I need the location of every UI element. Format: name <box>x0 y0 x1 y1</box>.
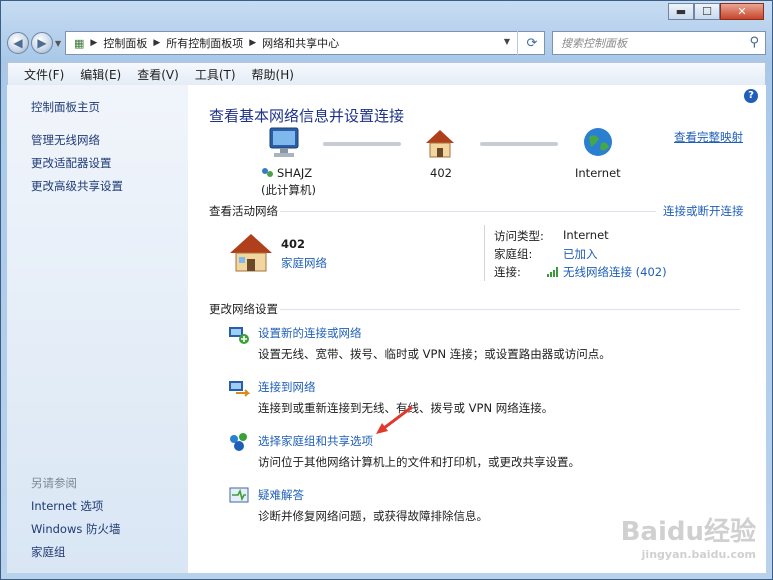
active-network-name: 402 <box>281 237 306 251</box>
refresh-icon: ⟳ <box>526 35 538 51</box>
home-network-icon <box>426 130 454 158</box>
help-icon[interactable]: ? <box>744 89 758 103</box>
control-panel-icon: ▦ <box>74 36 85 50</box>
menu-bar: 文件(F) 编辑(E) 查看(V) 工具(T) 帮助(H) <box>7 62 766 86</box>
network-info-divider <box>484 225 485 281</box>
breadcrumb-separator-icon[interactable]: ▶ <box>153 38 160 48</box>
red-pointer-arrow-icon <box>376 405 413 434</box>
breadcrumb-network-center[interactable]: 网络和共享中心 <box>262 35 339 51</box>
connect-disconnect-link[interactable]: 连接或断开连接 <box>663 203 744 219</box>
forward-arrow-icon: ▶ <box>37 36 47 50</box>
window: ▬ ☐ ✕ ◀ ▶ ▼ ▦ ▶ 控制面板 ▶ 所有控制面板项 ▶ 网络和共享中心… <box>0 0 773 580</box>
menu-tools[interactable]: 工具(T) <box>195 66 236 83</box>
wifi-signal-icon <box>547 267 558 277</box>
connect-network-icon <box>229 381 250 397</box>
home-network-large-icon <box>230 234 272 272</box>
access-type-label: 访问类型: <box>494 229 544 243</box>
homegroup-value-link[interactable]: 已加入 <box>563 246 598 262</box>
window-controls: ▬ ☐ ✕ <box>668 3 764 20</box>
map-connection-line <box>323 142 401 146</box>
task-homegroup-sharing-desc: 访问位于其他网络计算机上的文件和打印机，或更改共享设置。 <box>258 455 580 469</box>
view-full-map-link[interactable]: 查看完整映射 <box>674 129 743 145</box>
task-setup-new-connection[interactable]: 设置新的连接或网络 <box>258 325 362 341</box>
sidebar-change-adapter[interactable]: 更改适配器设置 <box>31 155 112 171</box>
sidebar-manage-wireless[interactable]: 管理无线网络 <box>31 132 100 148</box>
task-connect-network[interactable]: 连接到网络 <box>258 379 316 395</box>
breadcrumb-separator-icon[interactable]: ▶ <box>90 38 97 48</box>
recent-pages-dropdown[interactable]: ▼ <box>55 39 61 48</box>
active-networks-divider <box>280 211 656 212</box>
sidebar: 控制面板主页 管理无线网络 更改适配器设置 更改高级共享设置 另请参阅 Inte… <box>7 85 188 573</box>
sidebar-internet-options[interactable]: Internet 选项 <box>31 498 103 514</box>
sidebar-control-panel-home[interactable]: 控制面板主页 <box>31 99 100 115</box>
refresh-button[interactable]: ⟳ <box>517 31 546 55</box>
see-also-heading: 另请参阅 <box>31 476 77 490</box>
homegroup-label: 家庭组: <box>494 247 533 261</box>
menu-edit[interactable]: 编辑(E) <box>80 66 121 83</box>
map-connection-line <box>480 142 558 146</box>
maximize-button[interactable]: ☐ <box>694 3 720 20</box>
active-networks-heading: 查看活动网络 <box>209 204 278 218</box>
breadcrumb-all-items[interactable]: 所有控制面板项 <box>166 35 243 51</box>
watermark-brand: Baidu经验 <box>620 517 756 547</box>
connection-label: 连接: <box>494 265 521 279</box>
computer-name: SHAJZ <box>277 166 313 180</box>
navigation-bar: ◀ ▶ ▼ ▦ ▶ 控制面板 ▶ 所有控制面板项 ▶ 网络和共享中心 ▼ ⟳ 搜… <box>7 31 766 57</box>
baidu-watermark: Baidu经验 jingyan.baidu.com <box>621 511 756 561</box>
search-placeholder: 搜索控制面板 <box>561 37 627 50</box>
troubleshoot-icon <box>229 487 249 503</box>
task-troubleshoot-desc: 诊断并修复网络问题，或获得故障排除信息。 <box>258 509 488 523</box>
forward-button[interactable]: ▶ <box>31 32 53 54</box>
search-input[interactable]: 搜索控制面板 ⚲ <box>552 31 766 55</box>
search-icon[interactable]: ⚲ <box>749 35 759 50</box>
new-connection-icon <box>229 327 249 344</box>
breadcrumb-separator-icon[interactable]: ▶ <box>249 38 256 48</box>
change-settings-heading: 更改网络设置 <box>209 302 278 316</box>
task-troubleshoot[interactable]: 疑难解答 <box>258 487 304 503</box>
back-arrow-icon: ◀ <box>13 36 23 50</box>
sidebar-homegroup[interactable]: 家庭组 <box>31 544 66 560</box>
menu-view[interactable]: 查看(V) <box>137 66 179 83</box>
internet-globe-icon <box>584 128 612 156</box>
change-settings-divider <box>280 309 740 310</box>
network-users-icon <box>262 168 273 177</box>
menu-help[interactable]: 帮助(H) <box>252 66 294 83</box>
task-setup-new-connection-desc: 设置无线、宽带、拨号、临时或 VPN 连接；或设置路由器或访问点。 <box>258 347 611 361</box>
internet-label: Internet <box>575 166 621 180</box>
network-type-link[interactable]: 家庭网络 <box>281 255 327 271</box>
address-dropdown-icon[interactable]: ▼ <box>504 37 510 46</box>
menu-file[interactable]: 文件(F) <box>24 66 64 83</box>
computer-icon <box>269 127 299 157</box>
close-button[interactable]: ✕ <box>720 3 764 20</box>
address-bar[interactable]: ▦ ▶ 控制面板 ▶ 所有控制面板项 ▶ 网络和共享中心 ▼ <box>65 31 545 55</box>
network-name-map: 402 <box>430 166 452 180</box>
access-type-value: Internet <box>563 228 609 242</box>
sidebar-advanced-sharing[interactable]: 更改高级共享设置 <box>31 178 123 194</box>
computer-subtitle: (此计算机) <box>261 183 316 197</box>
sidebar-windows-firewall[interactable]: Windows 防火墙 <box>31 521 121 537</box>
back-button[interactable]: ◀ <box>7 32 29 54</box>
connection-value-link[interactable]: 无线网络连接 (402) <box>563 264 667 280</box>
minimize-button[interactable]: ▬ <box>668 3 694 20</box>
page-title: 查看基本网络信息并设置连接 <box>209 107 405 125</box>
main-content: ? 查看基本网络信息并设置连接 SHAJZ (此计算机) 402 Interne… <box>188 85 766 573</box>
task-homegroup-sharing[interactable]: 选择家庭组和共享选项 <box>258 433 373 449</box>
homegroup-sharing-icon <box>230 433 247 451</box>
watermark-url: jingyan.baidu.com <box>641 548 756 561</box>
breadcrumb-control-panel[interactable]: 控制面板 <box>103 35 147 51</box>
